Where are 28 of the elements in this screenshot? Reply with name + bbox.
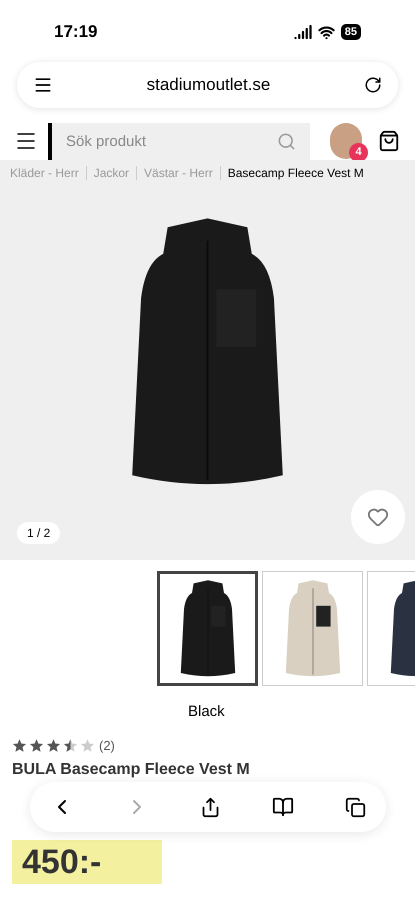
bookmarks-icon[interactable] bbox=[272, 796, 294, 818]
battery-level: 85 bbox=[340, 24, 361, 40]
breadcrumb-link[interactable]: Västar - Herr bbox=[136, 166, 213, 180]
price-tag: 450:- bbox=[12, 840, 162, 884]
color-variant-thumbnail[interactable] bbox=[157, 571, 258, 686]
product-title: BULA Basecamp Fleece Vest M bbox=[12, 760, 250, 778]
breadcrumb-link[interactable]: Kläder - Herr bbox=[10, 166, 79, 180]
star-icon bbox=[63, 738, 78, 754]
review-count: (2) bbox=[99, 737, 115, 755]
wifi-icon bbox=[318, 24, 335, 40]
breadcrumb-link[interactable]: Basecamp Fleece Vest M bbox=[220, 166, 364, 180]
tabs-icon[interactable] bbox=[345, 796, 366, 818]
url-text: stadiumoutlet.se bbox=[146, 74, 270, 96]
breadcrumb-link[interactable]: Jackor bbox=[86, 166, 130, 180]
address-bar[interactable]: stadiumoutlet.se bbox=[17, 62, 398, 108]
variant-label: Black bbox=[188, 703, 225, 720]
heart-icon bbox=[367, 506, 389, 528]
signal-icon bbox=[294, 23, 312, 41]
star-icon bbox=[29, 738, 44, 754]
reload-icon[interactable] bbox=[364, 76, 382, 94]
star-icon bbox=[80, 738, 95, 754]
bag-icon[interactable] bbox=[378, 130, 400, 152]
image-counter: 1 / 2 bbox=[17, 522, 60, 544]
status-time: 17:19 bbox=[54, 21, 98, 44]
star-icon bbox=[12, 738, 27, 754]
search-field[interactable]: Sök produkt bbox=[48, 122, 310, 160]
share-icon[interactable] bbox=[200, 796, 221, 818]
star-icon bbox=[46, 738, 61, 754]
